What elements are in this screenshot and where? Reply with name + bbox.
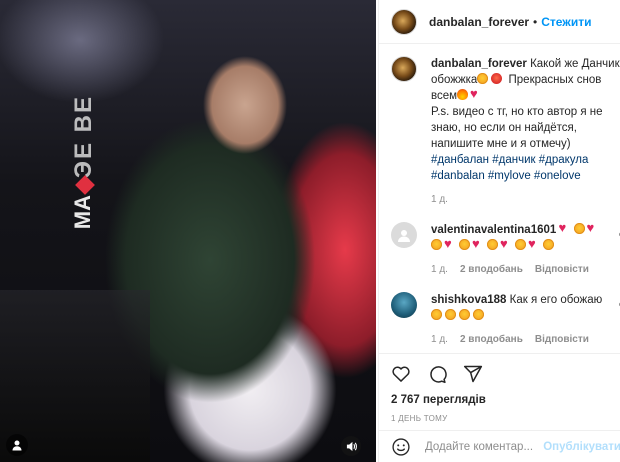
comment-item: shishkova188 Как я его обожаю 1 д. 2 впо…	[391, 292, 620, 348]
comment-likes[interactable]: 2 вподобань	[460, 262, 523, 278]
caption-hashtags[interactable]: #данбалан #данчик #дракула #danbalan #my…	[431, 154, 588, 182]
person-icon	[12, 440, 22, 451]
smiling-hearts-emoji	[473, 309, 484, 320]
smiling-hearts-emoji	[431, 239, 442, 250]
sound-toggle-button[interactable]	[341, 436, 361, 456]
comment-composer: Додайте коментар... Опублікувати	[379, 430, 620, 462]
comment-body: valentinavalentina1601 1 д. 2 вподобань …	[431, 222, 620, 278]
caption-text-3: P.s. видео с тг, но кто автор я не знаю,…	[431, 106, 603, 150]
like-heart-icon[interactable]	[391, 364, 411, 384]
red-heart-emoji	[587, 222, 599, 234]
speaker-icon	[346, 441, 357, 451]
tagged-user-icon[interactable]	[6, 434, 28, 456]
comment-meta: 1 д. 2 вподобань Відповісти	[431, 262, 620, 278]
comment-bubble-icon[interactable]	[427, 364, 447, 384]
smiling-hearts-emoji	[573, 223, 585, 234]
smiling-hearts-emoji	[487, 239, 498, 250]
video-player[interactable]: ЭЕ ВЕ MA	[0, 0, 376, 462]
smiling-hearts-emoji	[477, 73, 489, 84]
red-heart-emoji	[444, 238, 456, 250]
publish-button[interactable]: Опублікувати	[543, 441, 620, 453]
instagram-post: ЭЕ ВЕ MA danbalan_forever • Стежити danb…	[0, 0, 620, 462]
reply-button[interactable]: Відповісти	[535, 332, 589, 348]
smiling-hearts-emoji	[445, 309, 456, 320]
smiling-hearts-emoji	[515, 239, 526, 250]
smiling-hearts-emoji	[431, 309, 442, 320]
comment-time[interactable]: 1 д.	[431, 332, 448, 348]
commenter-avatar[interactable]	[391, 292, 417, 318]
smiling-hearts-emoji	[459, 309, 470, 320]
red-heart-emoji	[470, 88, 482, 100]
header-separator: •	[533, 14, 538, 29]
action-icons	[391, 362, 609, 386]
comment-likes[interactable]: 2 вподобань	[460, 332, 523, 348]
smiling-hearts-emoji	[543, 239, 554, 250]
angry-face-emoji	[491, 73, 503, 84]
post-time[interactable]: 1 ДЕНЬ ТОМУ	[391, 414, 609, 423]
comment-time[interactable]: 1 д.	[431, 262, 448, 278]
post-header: danbalan_forever • Стежити	[379, 0, 620, 44]
caption-author[interactable]: danbalan_forever	[431, 58, 527, 70]
red-heart-emoji	[500, 238, 512, 250]
post-actions: 2 767 переглядів 1 ДЕНЬ ТОМУ	[379, 353, 620, 423]
red-heart-emoji	[472, 238, 484, 250]
caption-meta: 1 д.	[431, 192, 620, 208]
post-details-panel: danbalan_forever • Стежити danbalan_fore…	[378, 0, 620, 462]
reply-button[interactable]: Відповісти	[535, 262, 589, 278]
caption-time[interactable]: 1 д.	[431, 192, 448, 208]
commenter-avatar[interactable]	[391, 222, 417, 248]
author-avatar[interactable]	[391, 8, 417, 35]
comment-author[interactable]: shishkova188	[431, 294, 506, 306]
share-send-icon[interactable]	[463, 364, 483, 384]
fire-emoji	[457, 89, 469, 100]
view-count[interactable]: 2 767 переглядів	[391, 394, 609, 406]
comment-item: valentinavalentina1601 1 д. 2 вподобань …	[391, 222, 620, 278]
author-username[interactable]: danbalan_forever	[429, 15, 529, 29]
comments-list: danbalan_forever Какой же Данчик обожжка…	[391, 56, 620, 348]
caption: danbalan_forever Какой же Данчик обожжка…	[391, 56, 620, 208]
comment-meta: 1 д. 2 вподобань Відповісти	[431, 332, 620, 348]
smiling-hearts-emoji	[459, 239, 470, 250]
caption-author-avatar[interactable]	[391, 56, 417, 82]
club-sign-lower: MA	[70, 195, 95, 230]
club-sign: ЭЕ ВЕ	[70, 95, 97, 179]
comment-text: Как я его обожаю	[509, 294, 603, 306]
red-heart-emoji	[559, 222, 571, 234]
emoji-picker-icon[interactable]	[391, 437, 411, 457]
red-heart-emoji	[528, 238, 540, 250]
default-avatar-icon	[398, 230, 410, 242]
caption-body: danbalan_forever Какой же Данчик обожжка…	[431, 56, 620, 208]
comment-body: shishkova188 Как я его обожаю 1 д. 2 впо…	[431, 292, 620, 348]
comment-author[interactable]: valentinavalentina1601	[431, 224, 556, 236]
follow-button[interactable]: Стежити	[541, 15, 591, 29]
comment-input[interactable]: Додайте коментар...	[425, 441, 543, 453]
